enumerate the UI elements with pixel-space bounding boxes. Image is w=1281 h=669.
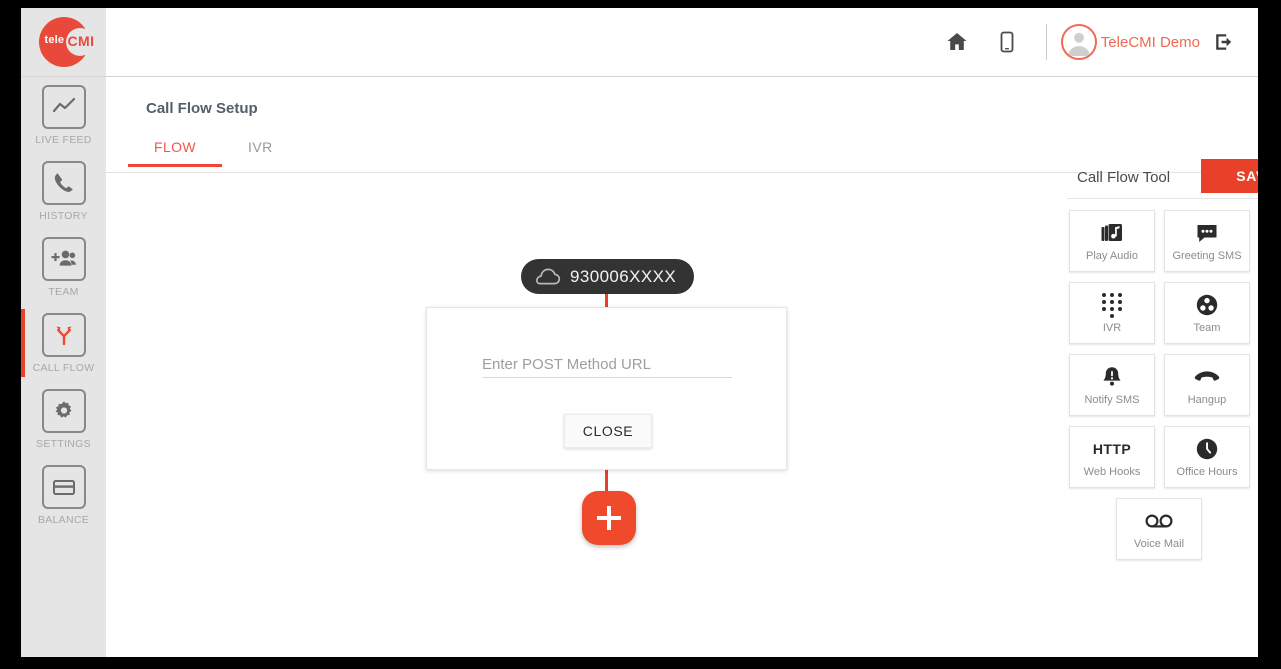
tool-play-audio[interactable]: Play Audio xyxy=(1069,210,1155,272)
music-library-icon xyxy=(1100,220,1124,246)
tool-voice-mail[interactable]: Voice Mail xyxy=(1116,498,1202,560)
team-circle-icon xyxy=(1195,292,1219,318)
clock-icon xyxy=(1195,436,1219,462)
tab-bar: FLOW IVR xyxy=(128,129,299,167)
post-url-card: CLOSE xyxy=(426,307,787,470)
sidebar-item-balance[interactable]: BALANCE xyxy=(21,457,106,533)
sidebar-item-settings[interactable]: SETTINGS xyxy=(21,381,106,457)
tool-label-web-hooks: Web Hooks xyxy=(1083,466,1141,478)
cloud-icon xyxy=(535,268,561,284)
tool-notify-sms[interactable]: Notify SMS xyxy=(1069,354,1155,416)
logo-tele-text: tele xyxy=(44,34,65,46)
tool-label-team: Team xyxy=(1193,322,1221,334)
call-flow-tool-panel: Call Flow Tool SAVE xyxy=(1055,159,1258,560)
page-title: Call Flow Setup xyxy=(146,100,258,117)
telecmi-logo-mark: tele CMI xyxy=(38,17,94,67)
call-flow-branch-icon xyxy=(41,312,86,357)
chat-bubble-icon xyxy=(1195,220,1219,246)
logo-cmi-text: CMI xyxy=(67,33,95,49)
user-avatar-icon xyxy=(1060,24,1097,60)
user-menu[interactable]: TeleCMI Demo xyxy=(1060,24,1200,60)
sidebar-label-call-flow: CALL FLOW xyxy=(32,361,95,374)
tool-label-office-hours: Office Hours xyxy=(1176,466,1238,478)
tool-grid: Play Audio Greeting SMS IVR Team Notify … xyxy=(1069,210,1258,560)
add-people-icon xyxy=(41,236,86,281)
logout-icon[interactable] xyxy=(1200,8,1248,76)
brand-logo[interactable]: tele CMI xyxy=(21,8,106,76)
sidebar-label-team: TEAM xyxy=(48,285,79,298)
home-icon[interactable] xyxy=(932,8,982,76)
line-chart-icon xyxy=(41,84,86,129)
tool-label-play-audio: Play Audio xyxy=(1086,250,1138,262)
tool-panel-header: Call Flow Tool SAVE xyxy=(1055,159,1258,198)
bell-alert-icon xyxy=(1101,364,1123,390)
phone-number-node[interactable]: 930006XXXX xyxy=(521,259,695,294)
close-button[interactable]: CLOSE xyxy=(564,414,652,448)
main-content: Call Flow Setup FLOW IVR 930006XXXX Ente… xyxy=(106,77,1258,657)
tool-hangup[interactable]: Hangup xyxy=(1164,354,1250,416)
tab-ivr[interactable]: IVR xyxy=(222,129,299,167)
sidebar-item-team[interactable]: TEAM xyxy=(21,229,106,305)
tool-label-ivr: IVR xyxy=(1102,322,1122,334)
window-frame: tele CMI TeleCMI Demo LIVE FEED HISTORY … xyxy=(0,0,1281,669)
sidebar-label-live-feed: LIVE FEED xyxy=(35,133,92,146)
tool-panel-divider xyxy=(1067,198,1258,199)
tool-panel-title: Call Flow Tool xyxy=(1077,169,1171,186)
tool-label-hangup: Hangup xyxy=(1187,394,1227,406)
tab-flow[interactable]: FLOW xyxy=(128,129,223,167)
tool-label-notify-sms: Notify SMS xyxy=(1084,394,1140,406)
voicemail-icon xyxy=(1144,508,1174,534)
header-divider xyxy=(1045,24,1047,60)
tool-web-hooks[interactable]: HTTP Web Hooks xyxy=(1069,426,1155,488)
sidebar-label-settings: SETTINGS xyxy=(36,437,91,450)
sidebar-label-balance: BALANCE xyxy=(37,513,90,526)
sidebar-item-call-flow[interactable]: CALL FLOW xyxy=(21,305,106,381)
user-name-label: TeleCMI Demo xyxy=(1100,33,1200,51)
tool-ivr[interactable]: IVR xyxy=(1069,282,1155,344)
mobile-icon[interactable] xyxy=(982,8,1032,76)
plus-icon-vertical xyxy=(607,506,611,530)
phone-icon xyxy=(41,160,86,205)
sidebar-item-history[interactable]: HISTORY xyxy=(21,153,106,229)
top-bar-actions: TeleCMI Demo xyxy=(932,8,1248,76)
tool-greeting-sms[interactable]: Greeting SMS xyxy=(1164,210,1250,272)
tool-label-greeting-sms: Greeting SMS xyxy=(1172,250,1242,262)
tool-team[interactable]: Team xyxy=(1164,282,1250,344)
sidebar-label-history: HISTORY xyxy=(39,209,88,222)
dialpad-icon xyxy=(1102,292,1123,318)
hangup-phone-icon xyxy=(1194,364,1220,390)
gear-icon xyxy=(41,388,86,433)
top-bar: tele CMI TeleCMI Demo xyxy=(21,8,1258,77)
credit-card-icon xyxy=(41,464,86,509)
add-node-button[interactable] xyxy=(582,491,636,545)
app-root: tele CMI TeleCMI Demo LIVE FEED HISTORY … xyxy=(21,8,1258,657)
post-url-input[interactable] xyxy=(482,352,732,378)
save-button[interactable]: SAVE xyxy=(1201,159,1258,193)
sidebar: LIVE FEED HISTORY TEAM CALL FLOW SETTING… xyxy=(21,77,106,657)
phone-number-label: 930006XXXX xyxy=(570,266,677,286)
tool-label-voice-mail: Voice Mail xyxy=(1133,538,1185,550)
http-text-icon: HTTP xyxy=(1092,441,1132,457)
tool-office-hours[interactable]: Office Hours xyxy=(1164,426,1250,488)
sidebar-item-live-feed[interactable]: LIVE FEED xyxy=(21,77,106,153)
